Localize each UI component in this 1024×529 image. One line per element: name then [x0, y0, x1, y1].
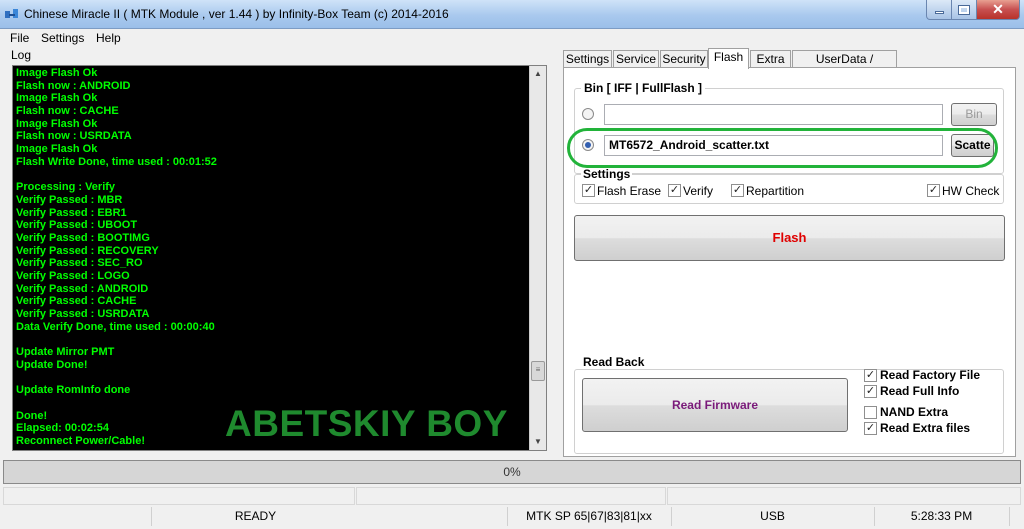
resize-grip[interactable] [1009, 507, 1024, 526]
hw-check-checkbox[interactable]: ✓ [927, 184, 940, 197]
log-line: Image Flash Ok [16, 143, 98, 156]
log-line: Flash Write Done, time used : 00:01:52 [16, 155, 217, 168]
flash-tab-panel: Bin [ IFF | FullFlash ] Bin MT6572_Andro… [563, 67, 1016, 457]
log-line: Flash now : USRDATA [16, 130, 132, 143]
flash-button[interactable]: Flash [574, 215, 1005, 261]
log-line: Verify Passed : CACHE [16, 295, 137, 308]
minimize-button[interactable] [926, 0, 952, 20]
bin-path-input[interactable] [604, 104, 943, 125]
flash-erase-label: Flash Erase [597, 184, 662, 198]
verify-label: Verify [683, 184, 714, 198]
tab-flash[interactable]: Flash [708, 48, 749, 69]
log-line: Image Flash Ok [16, 67, 98, 79]
log-line: Verify Passed : UBOOT [16, 219, 138, 232]
log-line: Verify Passed : ANDROID [16, 282, 149, 295]
log-line: Image Flash Ok [16, 117, 98, 130]
flash-erase-checkbox[interactable]: ✓ [582, 184, 595, 197]
window-title: Chinese Miracle II ( MTK Module , ver 1.… [24, 7, 449, 21]
log-line: Verify Passed : BOOTIMG [16, 231, 150, 244]
minimize-icon [934, 11, 944, 14]
scroll-up-icon[interactable]: ▲ [530, 66, 546, 82]
nand-extra-checkbox[interactable] [864, 406, 877, 419]
menu-bar: File Settings Help [0, 29, 1024, 47]
scroll-thumb[interactable]: ≡ [531, 361, 545, 381]
log-scrollbar[interactable]: ▲ ≡ ▼ [529, 66, 546, 450]
tab-userdata-forensic[interactable]: UserData / Forensic [792, 50, 897, 83]
bin-radio[interactable] [582, 108, 594, 120]
read-extra-files-checkbox[interactable]: ✓ [864, 422, 877, 435]
settings-group-title: Settings [581, 167, 633, 181]
log-line: Image Flash Ok [16, 92, 98, 105]
scroll-down-icon[interactable]: ▼ [530, 434, 546, 450]
log-label: Log [11, 48, 32, 62]
maximize-icon [958, 4, 970, 15]
repartition-label: Repartition [746, 184, 805, 198]
read-full-info-label: Read Full Info [880, 384, 960, 398]
status-time: 5:28:33 PM [874, 507, 1008, 526]
read-full-info-checkbox[interactable]: ✓ [864, 385, 877, 398]
log-line: Processing : Verify [16, 181, 116, 194]
read-factory-file-label: Read Factory File [880, 368, 981, 382]
log-line: Flash now : CACHE [16, 105, 119, 118]
log-line: Verify Passed : SEC_RO [16, 257, 143, 270]
log-line: Update RomInfo done [16, 384, 131, 397]
verify-checkbox[interactable]: ✓ [668, 184, 681, 197]
status-panel-middle [356, 487, 666, 505]
status-platform: MTK SP 65|67|83|81|xx [507, 507, 670, 526]
log-panel[interactable]: Image Flash Ok Flash now : ANDROID Image F… [12, 65, 547, 451]
log-line: Verify Passed : RECOVERY [16, 244, 159, 257]
hw-check-label: HW Check [942, 184, 1000, 198]
tab-settings[interactable]: Settings [563, 50, 612, 68]
status-state: READY [151, 507, 359, 526]
watermark-text: ABETSKIY BOY [225, 403, 508, 444]
readback-group-title: Read Back [581, 355, 647, 369]
read-factory-file-checkbox[interactable]: ✓ [864, 369, 877, 382]
repartition-checkbox[interactable]: ✓ [731, 184, 744, 197]
menu-file[interactable]: File [10, 31, 29, 45]
log-line: Update Mirror PMT [16, 346, 115, 359]
status-panel-left [3, 487, 355, 505]
log-lines: Image Flash Ok Flash now : ANDROID Image F… [16, 67, 526, 448]
bin-button[interactable]: Bin [951, 103, 997, 126]
log-line: Verify Passed : USRDATA [16, 308, 150, 321]
status-connection: USB [671, 507, 873, 526]
close-button[interactable]: ✕ [976, 0, 1020, 20]
menu-settings[interactable]: Settings [41, 31, 84, 45]
tab-security[interactable]: Security [660, 50, 708, 68]
log-line: Verify Passed : LOGO [16, 270, 130, 282]
read-extra-files-label: Read Extra files [880, 421, 971, 435]
progress-bar: 0% [3, 460, 1021, 484]
maximize-button[interactable] [951, 0, 977, 20]
log-line: Verify Passed : EBR1 [16, 206, 127, 219]
close-icon: ✕ [992, 1, 1004, 17]
log-line: Data Verify Done, time used : 00:00:40 [16, 320, 215, 333]
app-window: Chinese Miracle II ( MTK Module , ver 1.… [0, 0, 1024, 529]
title-bar[interactable]: Chinese Miracle II ( MTK Module , ver 1.… [0, 0, 1024, 29]
log-line: Update Done! [16, 358, 88, 371]
scatter-highlight-annotation [567, 128, 998, 168]
status-panel-right [667, 487, 1021, 505]
tab-service[interactable]: Service [613, 50, 659, 68]
menu-help[interactable]: Help [96, 31, 121, 45]
bin-group-title: Bin [ IFF | FullFlash ] [581, 81, 706, 95]
nand-extra-label: NAND Extra [880, 405, 949, 419]
tab-extra[interactable]: Extra [750, 50, 791, 68]
log-line: Verify Passed : MBR [16, 193, 123, 206]
log-line: Flash now : ANDROID [16, 79, 131, 92]
read-firmware-button[interactable]: Read Firmware [582, 378, 848, 432]
app-icon [4, 6, 20, 22]
